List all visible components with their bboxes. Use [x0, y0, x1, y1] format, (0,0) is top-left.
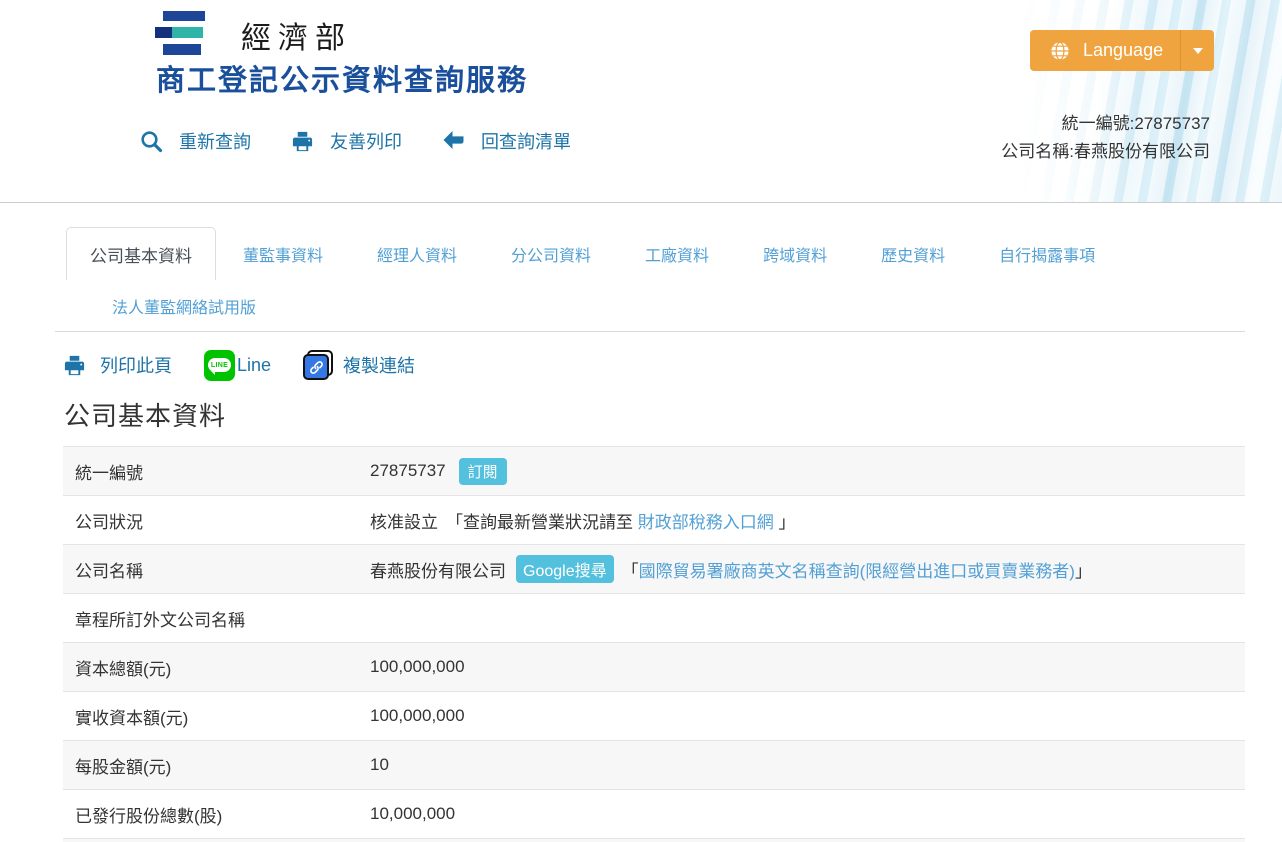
logo-bar-top [163, 11, 205, 21]
share-line-button[interactable]: LINE Line [204, 350, 271, 381]
printer-icon [291, 130, 314, 153]
logo-bar-middle [155, 27, 203, 38]
row-label: 章程所訂外文公司名稱 [63, 606, 370, 631]
row-label: 公司名稱 [63, 557, 370, 582]
section-title: 公司基本資料 [64, 396, 1282, 433]
caret-down-icon [1193, 48, 1203, 54]
print-page-button[interactable]: 列印此頁 [63, 352, 172, 378]
tab-self-disclosure[interactable]: 自行揭露事項 [972, 242, 1122, 266]
table-row-company-name: 公司名稱 春燕股份有限公司 Google搜尋 「國際貿易署廠商英文名稱查詢(限經… [63, 544, 1245, 593]
row-label: 每股金額(元) [63, 753, 370, 778]
table-row-foreign-name: 章程所訂外文公司名稱 [63, 593, 1245, 642]
table-row-partial [63, 838, 1245, 842]
status-note-prefix: 「查詢最新營業狀況請至 [446, 508, 638, 533]
name-note-prefix: 「 [622, 557, 639, 582]
tab-company-basic-active[interactable]: 公司基本資料 [66, 227, 216, 280]
page-actions: 列印此頁 LINE Line 複製連結 [63, 348, 1282, 382]
company-name-value: 春燕股份有限公司 [370, 557, 506, 582]
requery-button[interactable]: 重新查詢 [140, 128, 251, 154]
unified-business-number: 統一編號:27875737 [1001, 110, 1210, 138]
ministry-name: 經濟部 [241, 13, 352, 59]
page: 經濟部 商工登記公示資料查詢服務 重新查詢 友善列印 回查詢清單 [0, 0, 1282, 842]
print-page-label: 列印此頁 [100, 352, 172, 378]
tax-portal-link[interactable]: 財政部稅務入口網 [638, 508, 774, 533]
tab-branches[interactable]: 分公司資料 [484, 242, 618, 266]
requery-label: 重新查詢 [179, 128, 251, 154]
back-to-list-button[interactable]: 回查詢清單 [442, 128, 571, 154]
share-line-label: Line [237, 355, 271, 376]
row-value: 春燕股份有限公司 Google搜尋 「國際貿易署廠商英文名稱查詢(限經營出進口或… [370, 555, 1092, 583]
row-label: 已發行股份總數(股) [63, 802, 370, 827]
friendly-print-button[interactable]: 友善列印 [291, 128, 402, 154]
company-meta: 統一編號:27875737 公司名稱:春燕股份有限公司 [1001, 110, 1210, 166]
company-name-line: 公司名稱:春燕股份有限公司 [1001, 138, 1210, 166]
row-value: 10,000,000 [370, 804, 455, 824]
tab-directors[interactable]: 董監事資料 [216, 242, 350, 266]
row-label: 公司狀況 [63, 508, 370, 533]
row-label: 實收資本額(元) [63, 704, 370, 729]
table-row-capital-total: 資本總額(元) 100,000,000 [63, 642, 1245, 691]
company-status-value: 核准設立 [370, 508, 438, 533]
trade-admin-english-name-link[interactable]: 國際貿易署廠商英文名稱查詢(限經營出進口或買賣業務者) [639, 557, 1075, 582]
table-row-unified-number: 統一編號 27875737 訂閱 [63, 446, 1245, 495]
subscribe-button[interactable]: 訂閱 [459, 458, 507, 485]
unified-number-value: 27875737 [370, 461, 446, 481]
table-row-par-value: 每股金額(元) 10 [63, 740, 1245, 789]
site-title: 商工登記公示資料查詢服務 [156, 57, 528, 99]
google-search-button[interactable]: Google搜尋 [516, 555, 614, 583]
back-arrow-icon [442, 130, 465, 153]
table-row-company-status: 公司狀況 核准設立 「查詢最新營業狀況請至 財政部稅務入口網 」 [63, 495, 1245, 544]
tab-bar: 公司基本資料 董監事資料 經理人資料 分公司資料 工廠資料 跨域資料 歷史資料 … [55, 227, 1245, 332]
row-value: 10 [370, 755, 389, 775]
copy-link-button[interactable]: 複製連結 [303, 350, 415, 380]
brand: 經濟部 [155, 8, 352, 59]
logo-bar-bottom [163, 44, 201, 55]
copy-link-icon [303, 350, 333, 380]
row-value: 100,000,000 [370, 657, 465, 677]
tab-cross-domain[interactable]: 跨域資料 [736, 242, 854, 266]
tab-factories[interactable]: 工廠資料 [618, 242, 736, 266]
header: 經濟部 商工登記公示資料查詢服務 重新查詢 友善列印 回查詢清單 [0, 0, 1282, 203]
tab-corporate-director-network[interactable]: 法人董監網絡試用版 [85, 294, 283, 318]
name-note-suffix: 」 [1075, 557, 1092, 582]
row-value: 27875737 訂閱 [370, 458, 507, 485]
back-to-list-label: 回查詢清單 [481, 128, 571, 154]
copy-link-label: 複製連結 [343, 352, 415, 378]
tab-managers[interactable]: 經理人資料 [350, 242, 484, 266]
status-note-suffix: 」 [774, 508, 796, 533]
line-icon: LINE [204, 350, 235, 381]
table-row-issued-shares: 已發行股份總數(股) 10,000,000 [63, 789, 1245, 838]
row-value: 核准設立 「查詢最新營業狀況請至 財政部稅務入口網 」 [370, 508, 795, 533]
tab-history[interactable]: 歷史資料 [854, 242, 972, 266]
search-icon [140, 130, 163, 153]
table-row-paid-in-capital: 實收資本額(元) 100,000,000 [63, 691, 1245, 740]
language-label: Language [1083, 40, 1163, 61]
row-label: 資本總額(元) [63, 655, 370, 680]
moea-logo [155, 11, 205, 59]
globe-icon [1050, 41, 1070, 61]
printer-icon [63, 354, 86, 377]
friendly-print-label: 友善列印 [330, 128, 402, 154]
row-value: 100,000,000 [370, 706, 465, 726]
company-basic-table: 統一編號 27875737 訂閱 公司狀況 核准設立 「查詢最新營業狀況請至 財… [63, 446, 1245, 842]
header-toolbar: 重新查詢 友善列印 回查詢清單 [140, 128, 611, 154]
language-button[interactable]: Language [1030, 30, 1214, 71]
row-label: 統一編號 [63, 459, 370, 484]
language-dropdown-toggle[interactable] [1180, 30, 1214, 71]
